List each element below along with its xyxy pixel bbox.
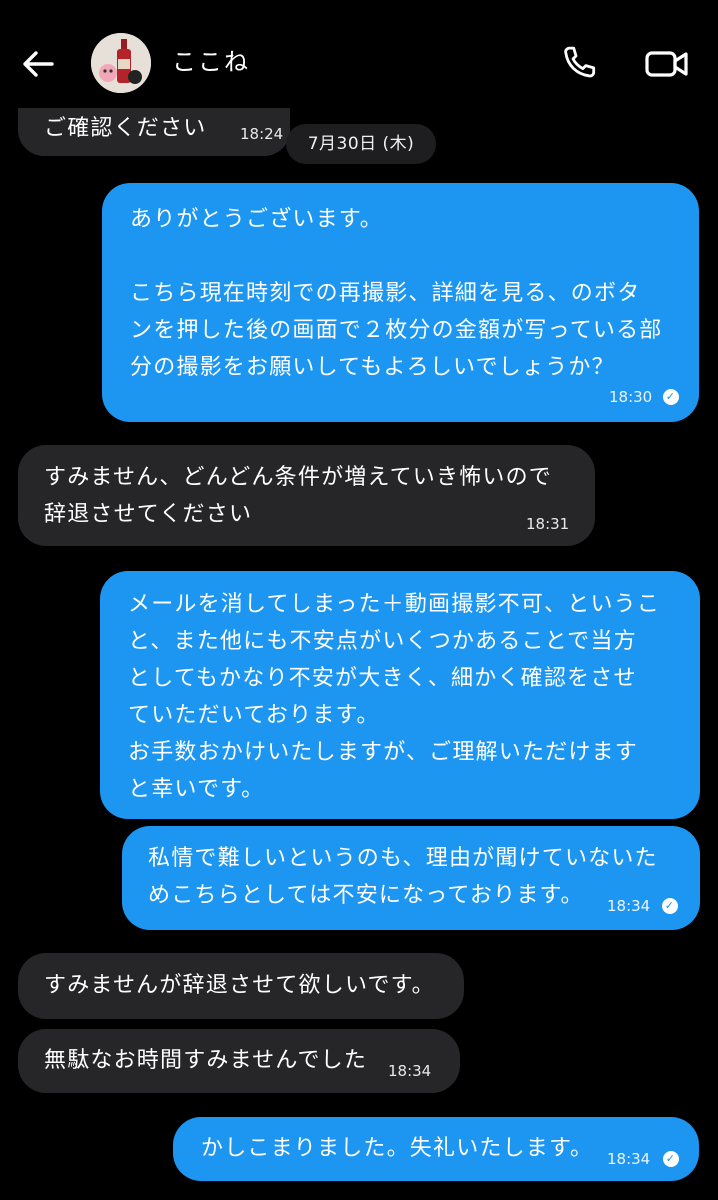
phone-icon[interactable]: [558, 42, 600, 84]
date-divider: 7月30日 (木): [286, 124, 436, 164]
back-arrow-icon[interactable]: [18, 44, 58, 84]
chat-header: ここね: [0, 0, 718, 108]
message-bubble-outgoing[interactable]: かしこまりました。失礼いたします。 18:34 ✓: [173, 1117, 699, 1181]
read-check-icon: ✓: [663, 1151, 679, 1167]
video-camera-icon[interactable]: [644, 44, 690, 84]
message-text: 無駄なお時間すみませんでした: [44, 1048, 368, 1073]
message-timestamp: 18:34: [607, 1150, 651, 1168]
message-text: メールを消してしまった＋動画撮影不可、というこ と、また他にも不安点がいくつかあ…: [128, 592, 661, 802]
message-timestamp: 18:24: [240, 125, 284, 143]
message-bubble-incoming[interactable]: 無駄なお時間すみませんでした 18:34: [18, 1029, 460, 1093]
message-text: ご確認ください: [44, 116, 207, 141]
message-text: ありがとうございます。 こちら現在時刻での再撮影、詳細を見る、のボタ ンを押した…: [130, 207, 663, 380]
message-bubble-incoming[interactable]: すみません、どんどん条件が増えていき怖いので 辞退させてください 18:31: [18, 445, 595, 546]
avatar[interactable]: [91, 33, 151, 93]
message-timestamp: 18:31: [526, 515, 570, 533]
message-text: 私情で難しいというのも、理由が聞けていないた めこちらとしては不安になっておりま…: [148, 846, 658, 908]
message-bubble-incoming[interactable]: ご確認ください 18:24: [18, 100, 290, 156]
chat-screen: ここね ご確認ください 18:24 7月30日 (木) ありがとうございます。 …: [0, 0, 718, 1200]
message-bubble-incoming[interactable]: すみませんが辞退させて欲しいです。: [18, 953, 464, 1019]
message-bubble-outgoing[interactable]: メールを消してしまった＋動画撮影不可、というこ と、また他にも不安点がいくつかあ…: [100, 571, 700, 819]
message-text: かしこまりました。失礼いたします。: [201, 1136, 594, 1161]
message-bubble-outgoing[interactable]: 私情で難しいというのも、理由が聞けていないた めこちらとしては不安になっておりま…: [122, 826, 700, 930]
message-bubble-outgoing[interactable]: ありがとうございます。 こちら現在時刻での再撮影、詳細を見る、のボタ ンを押した…: [102, 183, 699, 422]
message-timestamp: 18:34: [388, 1062, 432, 1080]
read-check-icon: ✓: [662, 898, 678, 914]
read-check-icon: ✓: [663, 389, 679, 405]
contact-name[interactable]: ここね: [172, 46, 250, 78]
message-text: すみません、どんどん条件が増えていき怖いので 辞退させてください: [44, 465, 552, 527]
message-timestamp: 18:30: [609, 388, 653, 406]
message-timestamp: 18:34: [607, 897, 651, 915]
message-text: すみませんが辞退させて欲しいです。: [44, 973, 435, 998]
